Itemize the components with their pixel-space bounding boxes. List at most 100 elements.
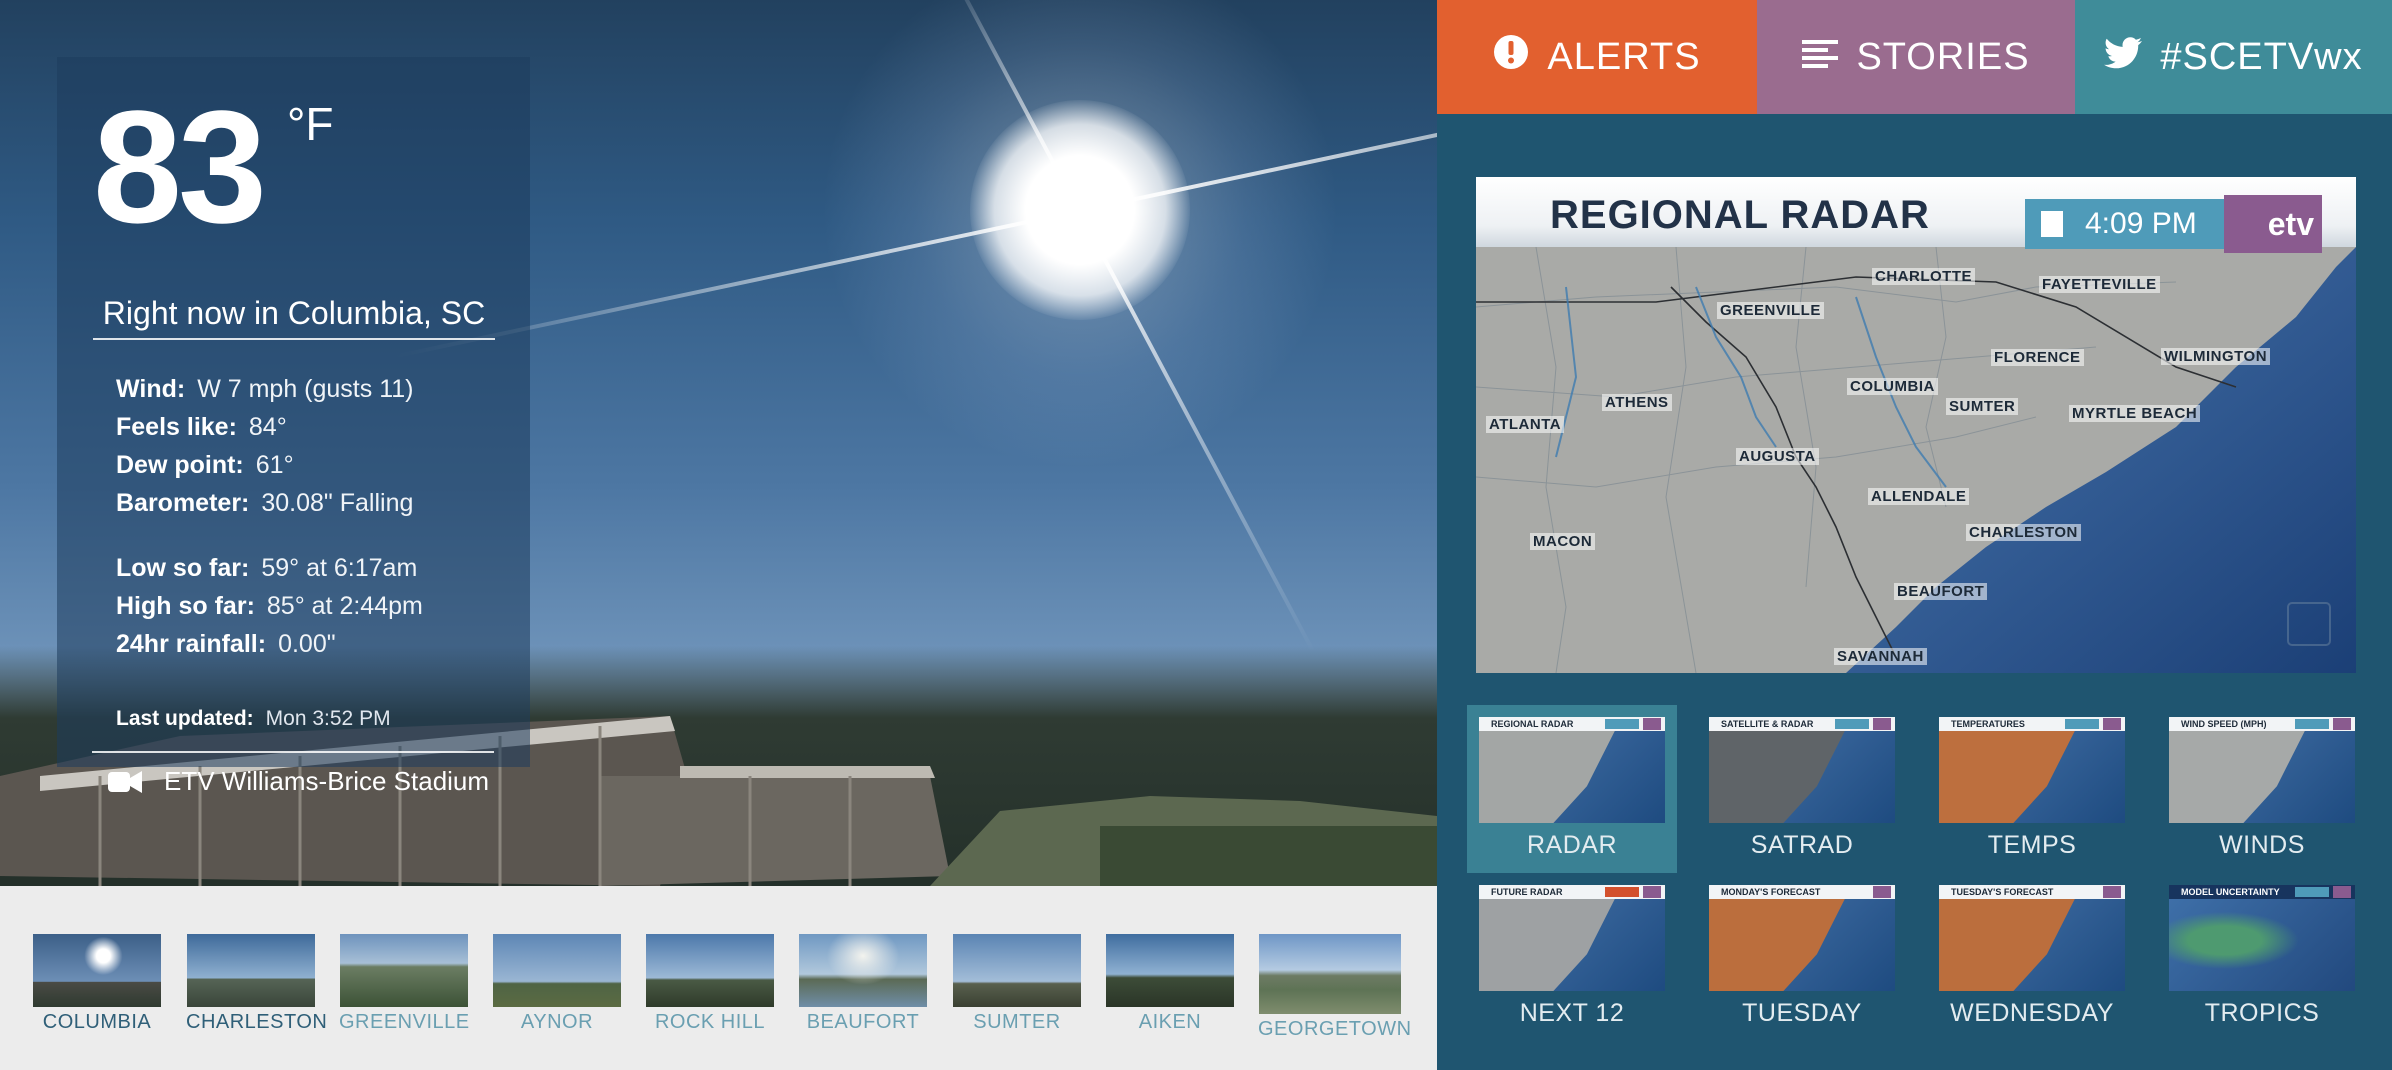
webcam-thumbnail-image <box>340 934 468 1007</box>
map-tile-image: SATELLITE & RADAR <box>1709 717 1895 823</box>
last-updated-value: Mon 3:52 PM <box>265 707 391 730</box>
map-tile-label: TEMPS <box>1987 831 2077 859</box>
webcam-thumb-sumter[interactable]: SUMTER <box>952 934 1082 1034</box>
webcam-thumb-aiken[interactable]: AIKEN <box>1105 934 1235 1034</box>
webcam-selector: COLUMBIA CHARLESTON GREENVILLE AYNOR ROC… <box>0 886 1437 1070</box>
map-selector-grid: REGIONAL RADAR RADAR SATELLITE & RADAR S… <box>1437 700 2392 1070</box>
webcam-label: BEAUFORT <box>806 1011 920 1033</box>
map-tile-image: MODEL UNCERTAINTY <box>2169 885 2355 991</box>
webcam-thumbnail-image <box>1106 934 1234 1007</box>
dew-point-label: Dew point: <box>116 451 244 479</box>
top-tabs: ALERTS STORIES #SCETVwx <box>1437 0 2392 114</box>
webcam-thumb-aynor[interactable]: AYNOR <box>492 934 622 1034</box>
map-tile-label: TUESDAY <box>1742 999 1862 1027</box>
webcam-thumbnail-image <box>1259 934 1401 1014</box>
webcam-label: COLUMBIA <box>42 1011 152 1033</box>
map-tile-satrad[interactable]: SATELLITE & RADAR SATRAD <box>1697 705 1907 873</box>
low-value: 59° at 6:17am <box>261 554 418 582</box>
map-tile-header: MODEL UNCERTAINTY <box>2181 887 2280 897</box>
map-tile-header: SATELLITE & RADAR <box>1721 719 1814 729</box>
webcam-label: AYNOR <box>520 1011 594 1033</box>
map-tile-image: TUESDAY'S FORECAST <box>1939 885 2125 991</box>
etv-logo-text: etv <box>2267 205 2314 242</box>
city-label: CHARLESTON <box>1966 524 2081 541</box>
play-square-icon <box>2041 211 2063 237</box>
video-camera-icon <box>108 770 142 794</box>
current-temperature: 83 <box>93 77 267 256</box>
city-label: COLUMBIA <box>1847 378 1938 395</box>
feels-like-value: 84° <box>248 413 287 441</box>
camera-divider <box>92 751 494 753</box>
map-tile-label: WEDNESDAY <box>1950 999 2114 1027</box>
webcam-thumb-rock-hill[interactable]: ROCK HILL <box>645 934 775 1034</box>
webcam-thumbnail-image <box>493 934 621 1007</box>
city-label: SAVANNAH <box>1834 648 1927 665</box>
tab-twitter-label: #SCETVwx <box>2160 35 2363 78</box>
webcam-view: 83 °F Right now in Columbia, SC Wind: W 7… <box>0 0 1437 886</box>
map-tile-header: TUESDAY'S FORECAST <box>1951 887 2054 897</box>
map-tile-image: FUTURE RADAR <box>1479 885 1665 991</box>
webcam-thumbnail-image <box>646 934 774 1007</box>
map-tile-winds[interactable]: WIND SPEED (MPH) WINDS <box>2157 705 2367 873</box>
map-tile-label: TROPICS <box>2204 999 2320 1027</box>
tab-twitter[interactable]: #SCETVwx <box>2075 0 2392 114</box>
map-tile-header: TEMPERATURES <box>1951 719 2025 729</box>
map-tile-label: RADAR <box>1526 831 1617 859</box>
map-tile-header: MONDAY'S FORECAST <box>1721 887 1821 897</box>
webcam-label: SUMTER <box>973 1011 1061 1033</box>
city-label: ATLANTA <box>1486 416 1565 433</box>
map-tile-tuesday[interactable]: MONDAY'S FORECAST TUESDAY <box>1697 873 1907 1041</box>
right-panel: ALERTS STORIES #SCETVwx REGIONAL RADAR 4… <box>1437 0 2392 1070</box>
wind-row: Wind: W 7 mph (gusts 11) <box>116 375 413 404</box>
camera-source-name: ETV Williams-Brice Stadium <box>164 766 490 796</box>
webcam-thumb-charleston[interactable]: CHARLESTON <box>186 934 327 1034</box>
dew-point-row: Dew point: 61° <box>116 451 294 480</box>
location-heading: Right now in Columbia, SC <box>93 295 495 340</box>
city-label: FAYETTEVILLE <box>2039 276 2160 293</box>
map-tile-temps[interactable]: TEMPERATURES TEMPS <box>1927 705 2137 873</box>
list-lines-icon <box>1802 36 1839 79</box>
wind-label: Wind: <box>116 375 186 403</box>
city-label: ALLENDALE <box>1868 488 1970 505</box>
map-tile-next-12[interactable]: FUTURE RADAR NEXT 12 <box>1467 873 1677 1041</box>
last-updated: Last updated: Mon 3:52 PM <box>116 707 391 731</box>
map-tile-wednesday[interactable]: TUESDAY'S FORECAST WEDNESDAY <box>1927 873 2137 1041</box>
tab-alerts-label: ALERTS <box>1547 35 1701 78</box>
regional-radar-map[interactable]: REGIONAL RADAR 4:09 PM etv CHARLOTTE FAY… <box>1476 177 2356 673</box>
low-row: Low so far: 59° at 6:17am <box>116 554 417 583</box>
map-tile-image: MONDAY'S FORECAST <box>1709 885 1895 991</box>
barometer-label: Barometer: <box>116 489 250 517</box>
city-label: CHARLOTTE <box>1872 268 1975 285</box>
city-label: MACON <box>1530 533 1596 550</box>
camera-source: ETV Williams-Brice Stadium <box>108 766 489 797</box>
high-label: High so far: <box>116 592 255 620</box>
webcam-thumb-georgetown[interactable]: GEORGETOWN <box>1258 934 1411 1041</box>
webcam-label: GREENVILLE <box>339 1011 470 1033</box>
webcam-thumb-greenville[interactable]: GREENVILLE <box>339 934 469 1034</box>
city-label: GREENVILLE <box>1717 302 1824 319</box>
tab-alerts[interactable]: ALERTS <box>1437 0 1757 114</box>
twitter-bird-icon <box>2104 36 2143 79</box>
rainfall-label: 24hr rainfall: <box>116 630 267 658</box>
webcam-thumb-columbia[interactable]: COLUMBIA <box>32 934 162 1034</box>
last-updated-label: Last updated: <box>116 707 254 730</box>
webcam-thumb-beaufort[interactable]: BEAUFORT <box>798 934 928 1034</box>
city-label: AUGUSTA <box>1736 448 1819 465</box>
city-label: MYRTLE BEACH <box>2069 405 2201 422</box>
weather-app: 83 °F Right now in Columbia, SC Wind: W 7… <box>0 0 2392 1070</box>
rainfall-value: 0.00" <box>278 630 336 658</box>
tab-stories[interactable]: STORIES <box>1757 0 2075 114</box>
feels-like-row: Feels like: 84° <box>116 413 287 442</box>
map-tile-radar[interactable]: REGIONAL RADAR RADAR <box>1467 705 1677 873</box>
radar-timestamp: 4:09 PM <box>2025 199 2225 249</box>
webcam-label: AIKEN <box>1138 1011 1202 1033</box>
map-tile-tropics[interactable]: MODEL UNCERTAINTY TROPICS <box>2157 873 2367 1041</box>
tab-stories-label: STORIES <box>1856 35 2030 78</box>
high-row: High so far: 85° at 2:44pm <box>116 592 423 621</box>
map-tile-image: REGIONAL RADAR <box>1479 717 1665 823</box>
webcam-thumbnail-image <box>33 934 161 1007</box>
webcam-thumbnail-image <box>799 934 927 1007</box>
map-tile-header: REGIONAL RADAR <box>1491 719 1574 729</box>
city-label: SUMTER <box>1946 398 2019 415</box>
radar-map-image <box>1476 247 2356 673</box>
